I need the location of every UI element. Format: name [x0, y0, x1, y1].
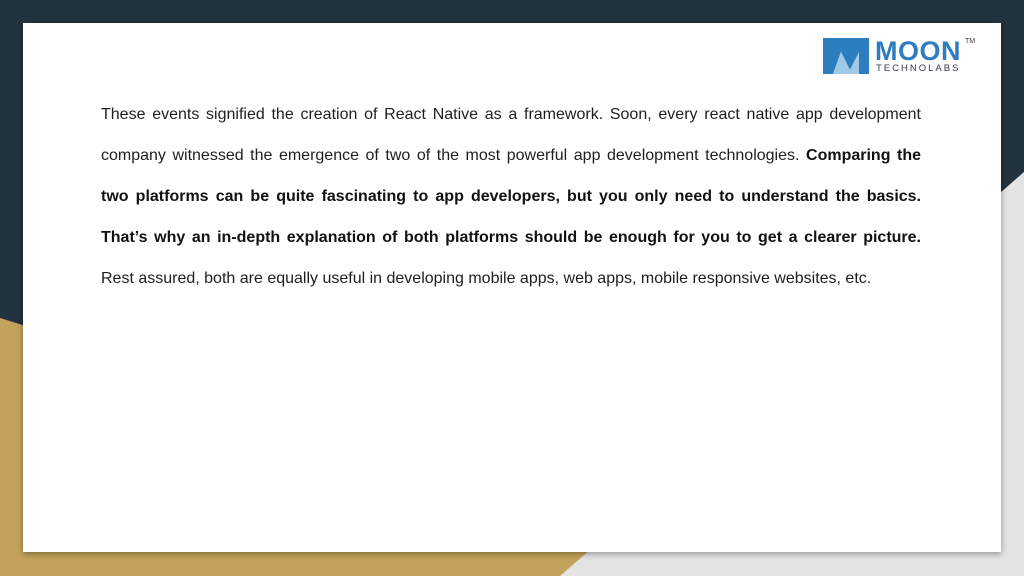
logo-subtitle: TECHNOLABS	[876, 63, 961, 74]
body-paragraph: These events signified the creation of R…	[101, 94, 921, 299]
moon-logo-icon	[823, 38, 869, 74]
slide-content-card: MOON TM TECHNOLABS These events signifie…	[23, 23, 1001, 552]
paragraph-intro-text: These events signified the creation of R…	[101, 106, 921, 164]
logo-wordmark: MOON	[875, 36, 961, 66]
company-logo: MOON TM TECHNOLABS	[823, 35, 983, 79]
paragraph-closing-text: Rest assured, both are equally useful in…	[101, 270, 872, 287]
logo-trademark: TM	[965, 38, 976, 45]
